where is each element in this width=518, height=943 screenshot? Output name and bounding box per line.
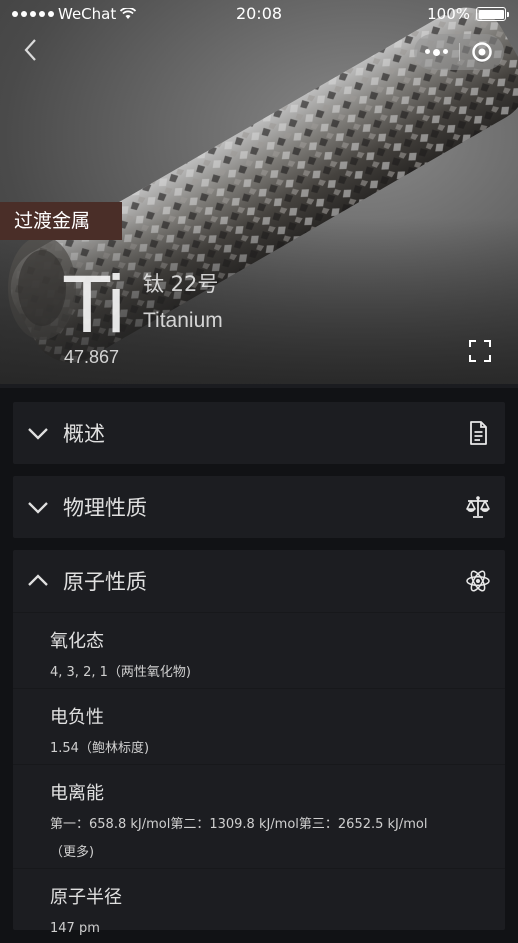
back-arrow-icon[interactable]: [20, 38, 44, 62]
section-atomic-header[interactable]: 原子性质: [13, 550, 505, 612]
section-title: 概述: [63, 422, 105, 446]
element-hero: WeChat 20:08 100% 过渡金属 Ti 钛 22号 Titanium…: [0, 0, 518, 388]
property-label: 电负性: [50, 707, 104, 728]
section-physical-header[interactable]: 物理性质: [13, 476, 505, 538]
property-value: 1.54（鲍林标度): [50, 741, 150, 756]
atom-icon: [466, 570, 490, 592]
section-overview: 概述: [13, 402, 505, 464]
section-overview-header[interactable]: 概述: [13, 402, 505, 464]
more-dots-icon[interactable]: [414, 48, 459, 56]
document-icon: [470, 421, 487, 445]
element-name-number: 钛 22号: [143, 272, 219, 296]
element-english-name: Titanium: [143, 309, 223, 332]
miniprogram-capsule: [414, 34, 504, 70]
status-bar: WeChat 20:08 100%: [0, 0, 518, 28]
scale-icon: [466, 496, 490, 518]
close-target-icon[interactable]: [459, 41, 504, 63]
property-value: 4, 3, 2, 1（两性氧化物): [50, 665, 191, 680]
chevron-up-icon: [28, 574, 48, 586]
property-electronegativity: 电负性 1.54（鲍林标度): [13, 688, 505, 764]
section-atomic: 原子性质 氧化态 4, 3, 2, 1（两性氧化物) 电负性 1.54（鲍林标度…: [13, 550, 505, 936]
section-physical: 物理性质: [13, 476, 505, 538]
section-title: 物理性质: [63, 496, 147, 520]
chevron-down-icon: [28, 502, 48, 514]
battery-percent: 100%: [427, 5, 470, 23]
property-label: 电离能: [50, 783, 104, 804]
property-value: 147 pm: [50, 921, 100, 936]
element-symbol: Ti: [62, 259, 125, 350]
property-label: 氧化态: [50, 631, 104, 652]
atomic-mass: 47.867: [64, 347, 120, 367]
property-value: 第一：658.8 kJ/mol第二：1309.8 kJ/mol第三：2652.5…: [50, 817, 428, 860]
fullscreen-icon[interactable]: [469, 340, 491, 362]
property-oxidation-state: 氧化态 4, 3, 2, 1（两性氧化物): [13, 612, 505, 688]
battery-icon: [476, 7, 509, 21]
section-title: 原子性质: [63, 570, 147, 594]
property-label: 原子半径: [50, 887, 122, 908]
property-ionization-energy: 电离能 第一：658.8 kJ/mol第二：1309.8 kJ/mol第三：26…: [13, 764, 505, 868]
category-badge: 过渡金属: [0, 202, 122, 240]
chevron-down-icon: [28, 428, 48, 440]
property-atomic-radius: 原子半径 147 pm: [13, 868, 505, 938]
